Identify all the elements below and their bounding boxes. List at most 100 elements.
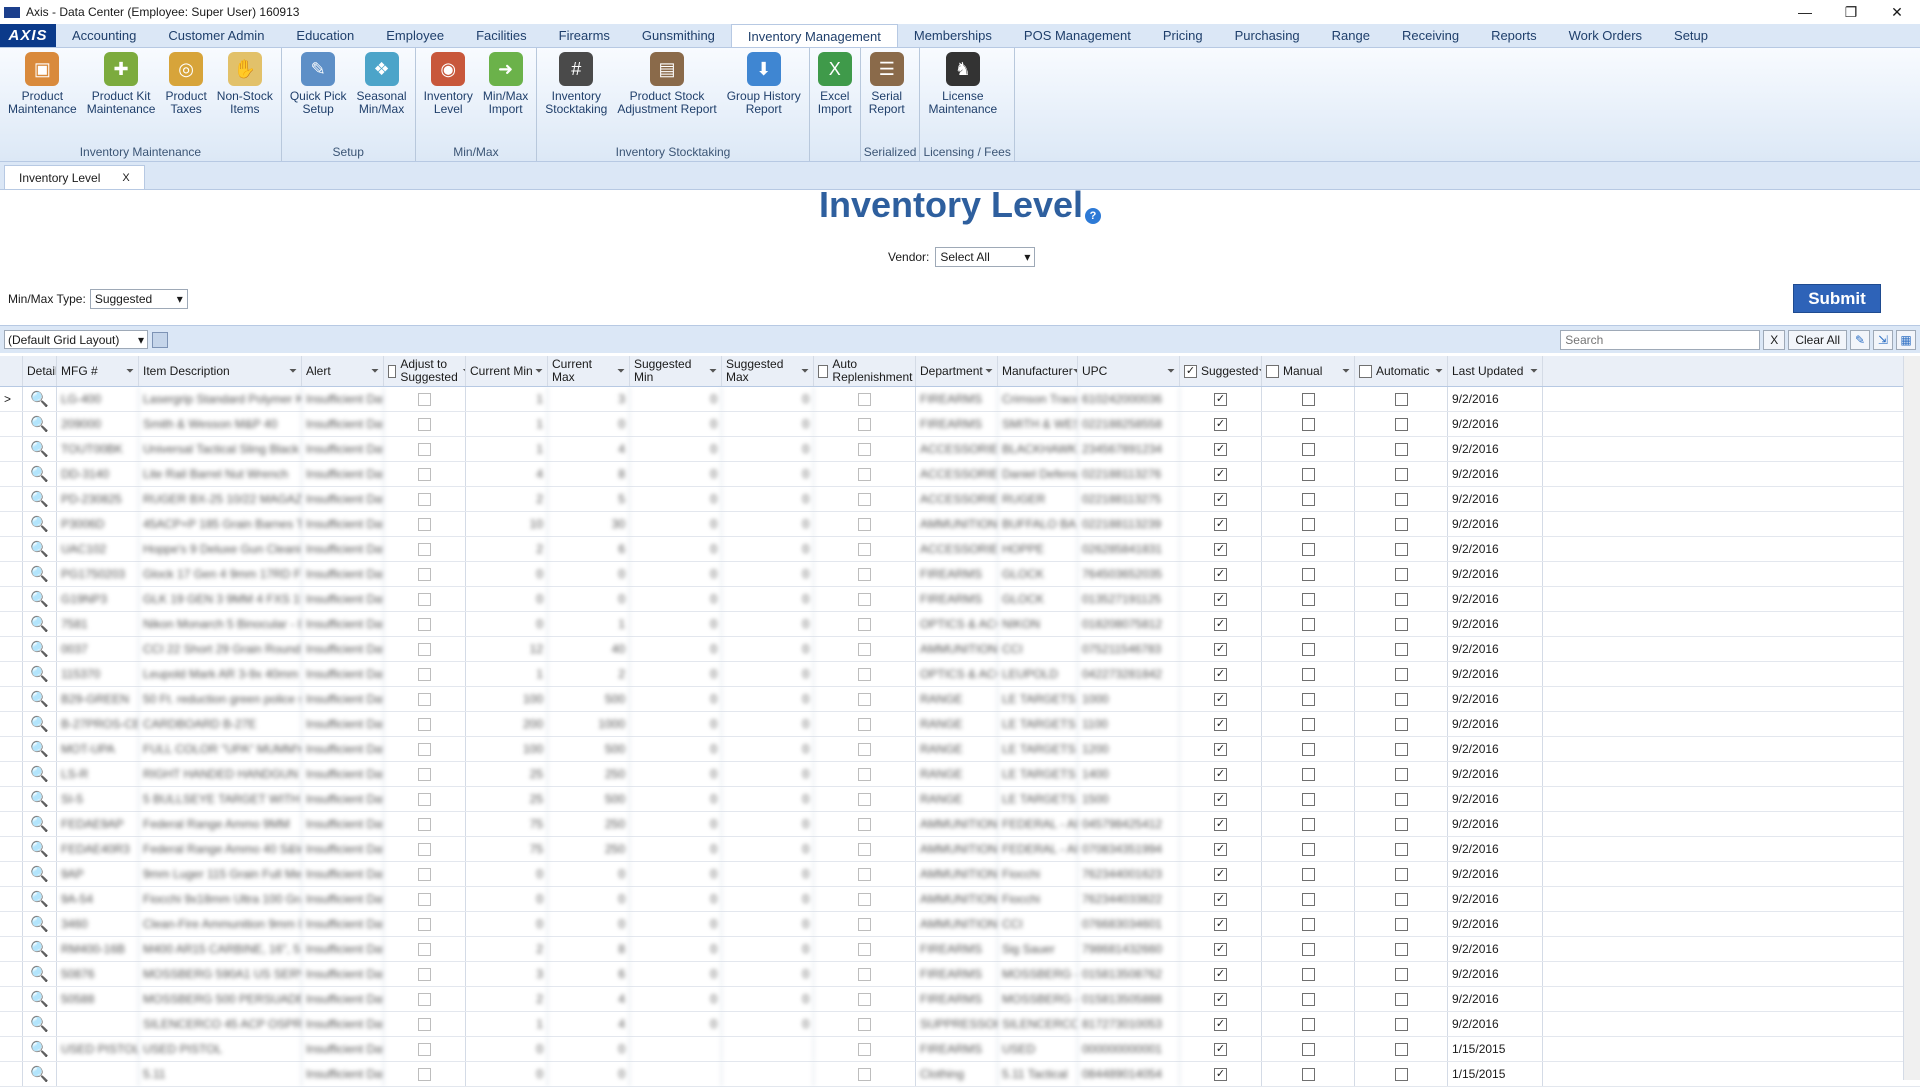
checkbox[interactable]: ✓ bbox=[1214, 1067, 1227, 1081]
suggested-flag[interactable]: ✓ bbox=[1180, 512, 1262, 536]
automatic-flag[interactable] bbox=[1355, 862, 1448, 886]
ribbon-button-product-maintenance[interactable]: ▣ Product Maintenance bbox=[3, 48, 82, 145]
manual-flag[interactable] bbox=[1262, 1062, 1355, 1086]
row-selector[interactable] bbox=[0, 912, 23, 936]
table-row[interactable]: 🔍 9A-54Fiocchi 9x18mm Ultra 100 Grain Ful… bbox=[0, 887, 1920, 912]
column-header[interactable]: Suggested Min ⏷ bbox=[630, 356, 722, 386]
suggested-flag[interactable]: ✓ bbox=[1180, 537, 1262, 561]
checkbox[interactable] bbox=[1394, 567, 1408, 581]
checkbox[interactable] bbox=[418, 517, 431, 531]
adjust-to-suggested[interactable] bbox=[384, 737, 466, 761]
table-row[interactable]: 🔍 P3006D45ACP+P 185 Grain Barnes TAC-XPIn… bbox=[0, 512, 1920, 537]
suggested-flag[interactable]: ✓ bbox=[1180, 937, 1262, 961]
auto-replenishment[interactable] bbox=[814, 937, 916, 961]
auto-replenishment[interactable] bbox=[814, 737, 916, 761]
automatic-flag[interactable] bbox=[1355, 437, 1448, 461]
table-row[interactable]: 🔍 B29-GREEN 50 Ft. reduction green police … bbox=[0, 687, 1920, 712]
details-button[interactable]: 🔍 bbox=[23, 637, 57, 661]
column-header[interactable]: Last Updated ⏷ bbox=[1448, 356, 1543, 386]
auto-replenishment[interactable] bbox=[814, 587, 916, 611]
checkbox[interactable] bbox=[858, 942, 871, 956]
auto-replenishment[interactable] bbox=[814, 912, 916, 936]
checkbox[interactable] bbox=[1394, 917, 1408, 931]
row-selector[interactable] bbox=[0, 887, 23, 911]
menu-item-setup[interactable]: Setup bbox=[1658, 24, 1724, 47]
details-button[interactable]: 🔍 bbox=[23, 387, 57, 411]
details-button[interactable]: 🔍 bbox=[23, 462, 57, 486]
checkbox[interactable] bbox=[418, 417, 431, 431]
checkbox[interactable] bbox=[1301, 592, 1315, 606]
adjust-to-suggested[interactable] bbox=[384, 662, 466, 686]
checkbox[interactable] bbox=[858, 617, 871, 631]
table-row[interactable]: 🔍 PD-230825RUGER BX-25 10/22 MAGAZINEInsu… bbox=[0, 487, 1920, 512]
automatic-flag[interactable] bbox=[1355, 962, 1448, 986]
details-button[interactable]: 🔍 bbox=[23, 737, 57, 761]
suggested-flag[interactable]: ✓ bbox=[1180, 587, 1262, 611]
menu-item-education[interactable]: Education bbox=[280, 24, 370, 47]
table-row[interactable]: 🔍 9AP9mm Luger 115 Grain Full Metal JaclI… bbox=[0, 862, 1920, 887]
ribbon-button-non-stock-items[interactable]: ✋ Non-Stock Items bbox=[212, 48, 278, 145]
suggested-flag[interactable]: ✓ bbox=[1180, 837, 1262, 861]
adjust-to-suggested[interactable] bbox=[384, 462, 466, 486]
manual-flag[interactable] bbox=[1262, 437, 1355, 461]
auto-replenishment[interactable] bbox=[814, 487, 916, 511]
adjust-to-suggested[interactable] bbox=[384, 612, 466, 636]
checkbox[interactable] bbox=[858, 892, 871, 906]
table-row[interactable]: 🔍 UAC102Hoppe's 9 Deluxe Gun Cleaning Acc… bbox=[0, 537, 1920, 562]
filter-icon[interactable]: ⏷ bbox=[126, 365, 134, 378]
column-header[interactable]: Department ⏷ bbox=[916, 356, 998, 386]
checkbox[interactable] bbox=[1394, 442, 1408, 456]
checkbox[interactable] bbox=[1301, 717, 1315, 731]
checkbox[interactable]: ✓ bbox=[1214, 417, 1227, 431]
checkbox[interactable] bbox=[1394, 692, 1408, 706]
checkbox[interactable] bbox=[418, 567, 431, 581]
auto-replenishment[interactable] bbox=[814, 437, 916, 461]
checkbox[interactable] bbox=[418, 792, 431, 806]
automatic-flag[interactable] bbox=[1355, 837, 1448, 861]
checkbox[interactable] bbox=[1301, 667, 1315, 681]
adjust-to-suggested[interactable] bbox=[384, 512, 466, 536]
table-row[interactable]: 🔍 B-27PROS-CB CARDBOARD B-27E Insufficient … bbox=[0, 712, 1920, 737]
row-selector[interactable] bbox=[0, 837, 23, 861]
checkbox[interactable] bbox=[1394, 892, 1408, 906]
manual-flag[interactable] bbox=[1262, 462, 1355, 486]
manual-flag[interactable] bbox=[1262, 562, 1355, 586]
auto-replenishment[interactable] bbox=[814, 987, 916, 1011]
checkbox[interactable] bbox=[1394, 967, 1408, 981]
checkbox[interactable]: ✓ bbox=[1214, 467, 1227, 481]
ribbon-button-seasonal-min-max[interactable]: ❖ Seasonal Min/Max bbox=[352, 48, 412, 145]
table-row[interactable]: 🔍 7581Nikon Monarch 5 Binocular - 8x56Ins… bbox=[0, 612, 1920, 637]
table-row[interactable]: 🔍 TOUT00BK Universal Tactical Sling Black … bbox=[0, 437, 1920, 462]
auto-replenishment[interactable] bbox=[814, 412, 916, 436]
table-row[interactable]: 🔍 5.11 Insufficient Data 0 0 Clothing 5.11 Tac… bbox=[0, 1062, 1920, 1087]
columns-icon[interactable]: ▦ bbox=[1896, 329, 1916, 350]
checkbox[interactable] bbox=[858, 867, 871, 881]
automatic-flag[interactable] bbox=[1355, 937, 1448, 961]
menu-item-customer-admin[interactable]: Customer Admin bbox=[152, 24, 280, 47]
checkbox[interactable] bbox=[1394, 392, 1408, 406]
header-checkbox[interactable] bbox=[1359, 364, 1372, 378]
checkbox[interactable]: ✓ bbox=[1214, 667, 1227, 681]
checkbox[interactable] bbox=[858, 467, 871, 481]
details-button[interactable]: 🔍 bbox=[23, 962, 57, 986]
automatic-flag[interactable] bbox=[1355, 562, 1448, 586]
checkbox[interactable]: ✓ bbox=[1214, 542, 1227, 556]
auto-replenishment[interactable] bbox=[814, 687, 916, 711]
checkbox[interactable] bbox=[1301, 892, 1315, 906]
table-row[interactable]: 🔍 FEDAE9AP Federal Range Ammo 9MM Insuffici… bbox=[0, 812, 1920, 837]
checkbox[interactable]: ✓ bbox=[1214, 742, 1227, 756]
row-selector[interactable] bbox=[0, 987, 23, 1011]
suggested-flag[interactable]: ✓ bbox=[1180, 437, 1262, 461]
grid-layout-select[interactable]: (Default Grid Layout) ▾ bbox=[4, 330, 148, 349]
row-selector[interactable] bbox=[0, 562, 23, 586]
details-button[interactable]: 🔍 bbox=[23, 712, 57, 736]
row-selector[interactable] bbox=[0, 737, 23, 761]
checkbox[interactable] bbox=[418, 542, 431, 556]
checkbox[interactable] bbox=[418, 1067, 431, 1081]
automatic-flag[interactable] bbox=[1355, 762, 1448, 786]
checkbox[interactable] bbox=[858, 417, 871, 431]
checkbox[interactable] bbox=[858, 492, 871, 506]
manual-flag[interactable] bbox=[1262, 662, 1355, 686]
automatic-flag[interactable] bbox=[1355, 887, 1448, 911]
ribbon-button-inventory-stocktaking[interactable]: # Inventory Stocktaking bbox=[540, 48, 612, 145]
